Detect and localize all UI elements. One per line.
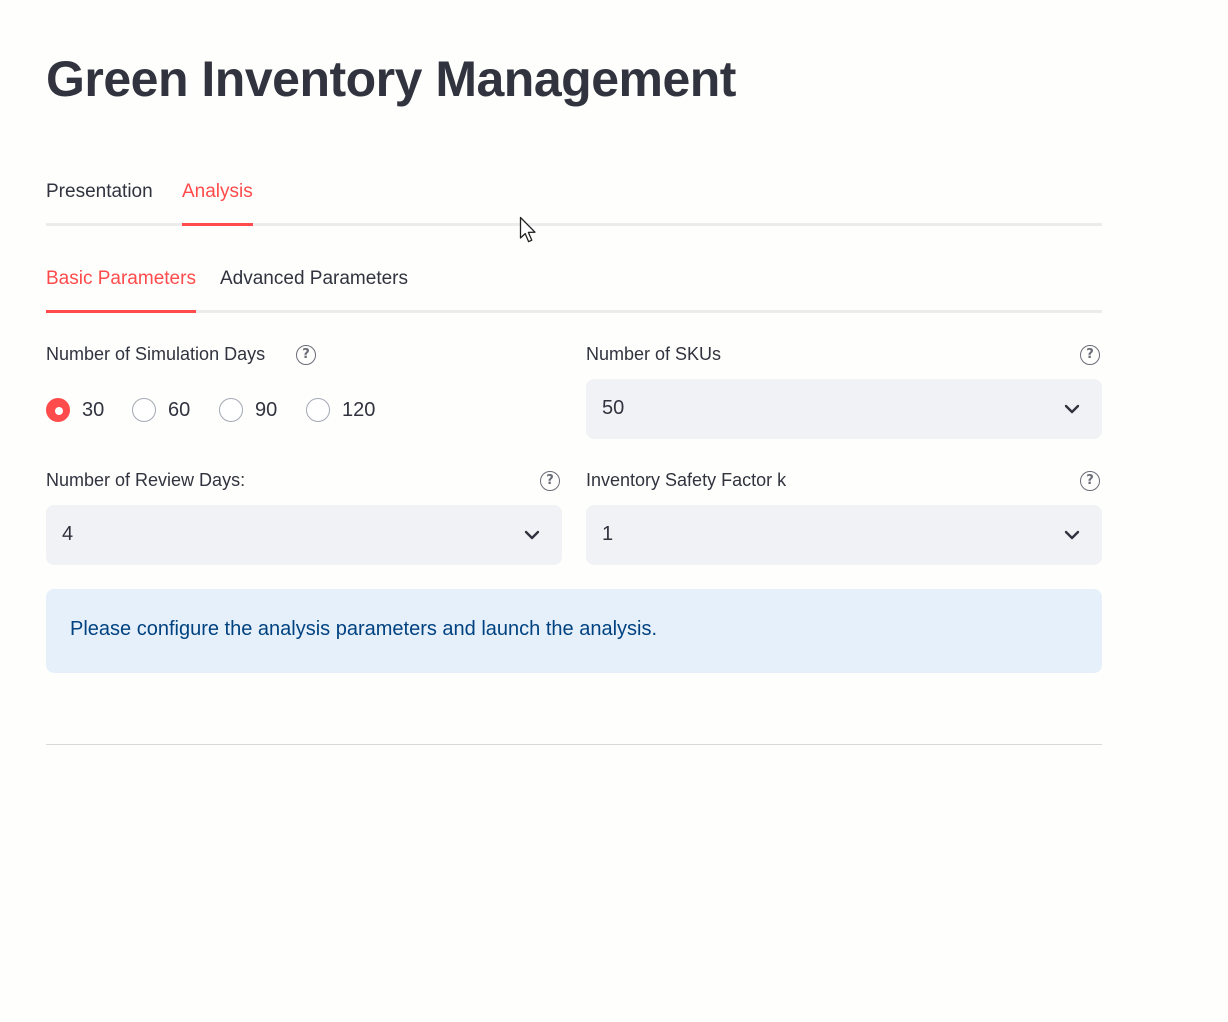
divider [46,744,1102,745]
skus-label: Number of SKUs [586,344,722,364]
question-circle-icon[interactable]: ? [540,471,560,491]
radio-label: 30 [82,398,105,421]
radio-label: 90 [255,398,278,421]
radio-option-60[interactable]: 60 [132,395,190,425]
radio-option-90[interactable]: 90 [219,395,277,425]
safety-factor-label: Inventory Safety Factor k [586,470,787,490]
tab-presentation[interactable]: Presentation [46,181,153,223]
safety-factor-select[interactable]: 1 [586,505,1102,565]
radio-option-30[interactable]: 30 [46,395,104,425]
radio-label: 120 [342,398,376,421]
info-alert: Please configure the analysis parameters… [46,589,1102,673]
page-title: Green Inventory Management [46,51,736,107]
mouse-pointer-icon [519,216,536,243]
question-circle-icon[interactable]: ? [1080,471,1100,491]
radio-circle [306,398,330,422]
chevron-down-icon [524,530,540,540]
radio-label: 60 [168,398,191,421]
question-circle-icon[interactable]: ? [296,345,316,365]
question-circle-icon[interactable]: ? [1080,345,1100,365]
chevron-down-icon [1064,404,1080,414]
radio-circle [219,398,243,422]
radio-circle [46,398,70,422]
simulation-days-label: Number of Simulation Days [46,344,266,364]
skus-select[interactable]: 50 [586,379,1102,439]
info-message: Please configure the analysis parameters… [70,618,658,640]
review-days-select-value: 4 [62,523,74,545]
review-days-select[interactable]: 4 [46,505,562,565]
tab-analysis[interactable]: Analysis [182,181,253,226]
radio-option-120[interactable]: 120 [306,395,375,425]
review-days-label: Number of Review Days: [46,470,246,490]
tab-basic-parameters[interactable]: Basic Parameters [46,268,196,313]
radio-circle [132,398,156,422]
main-tab-bar: Presentation Analysis [46,178,1102,226]
skus-select-value: 50 [602,397,625,419]
chevron-down-icon [1064,530,1080,540]
sub-tab-bar: Basic Parameters Advanced Parameters [46,265,1102,313]
safety-factor-select-value: 1 [602,523,614,545]
tab-advanced-parameters[interactable]: Advanced Parameters [220,268,408,310]
